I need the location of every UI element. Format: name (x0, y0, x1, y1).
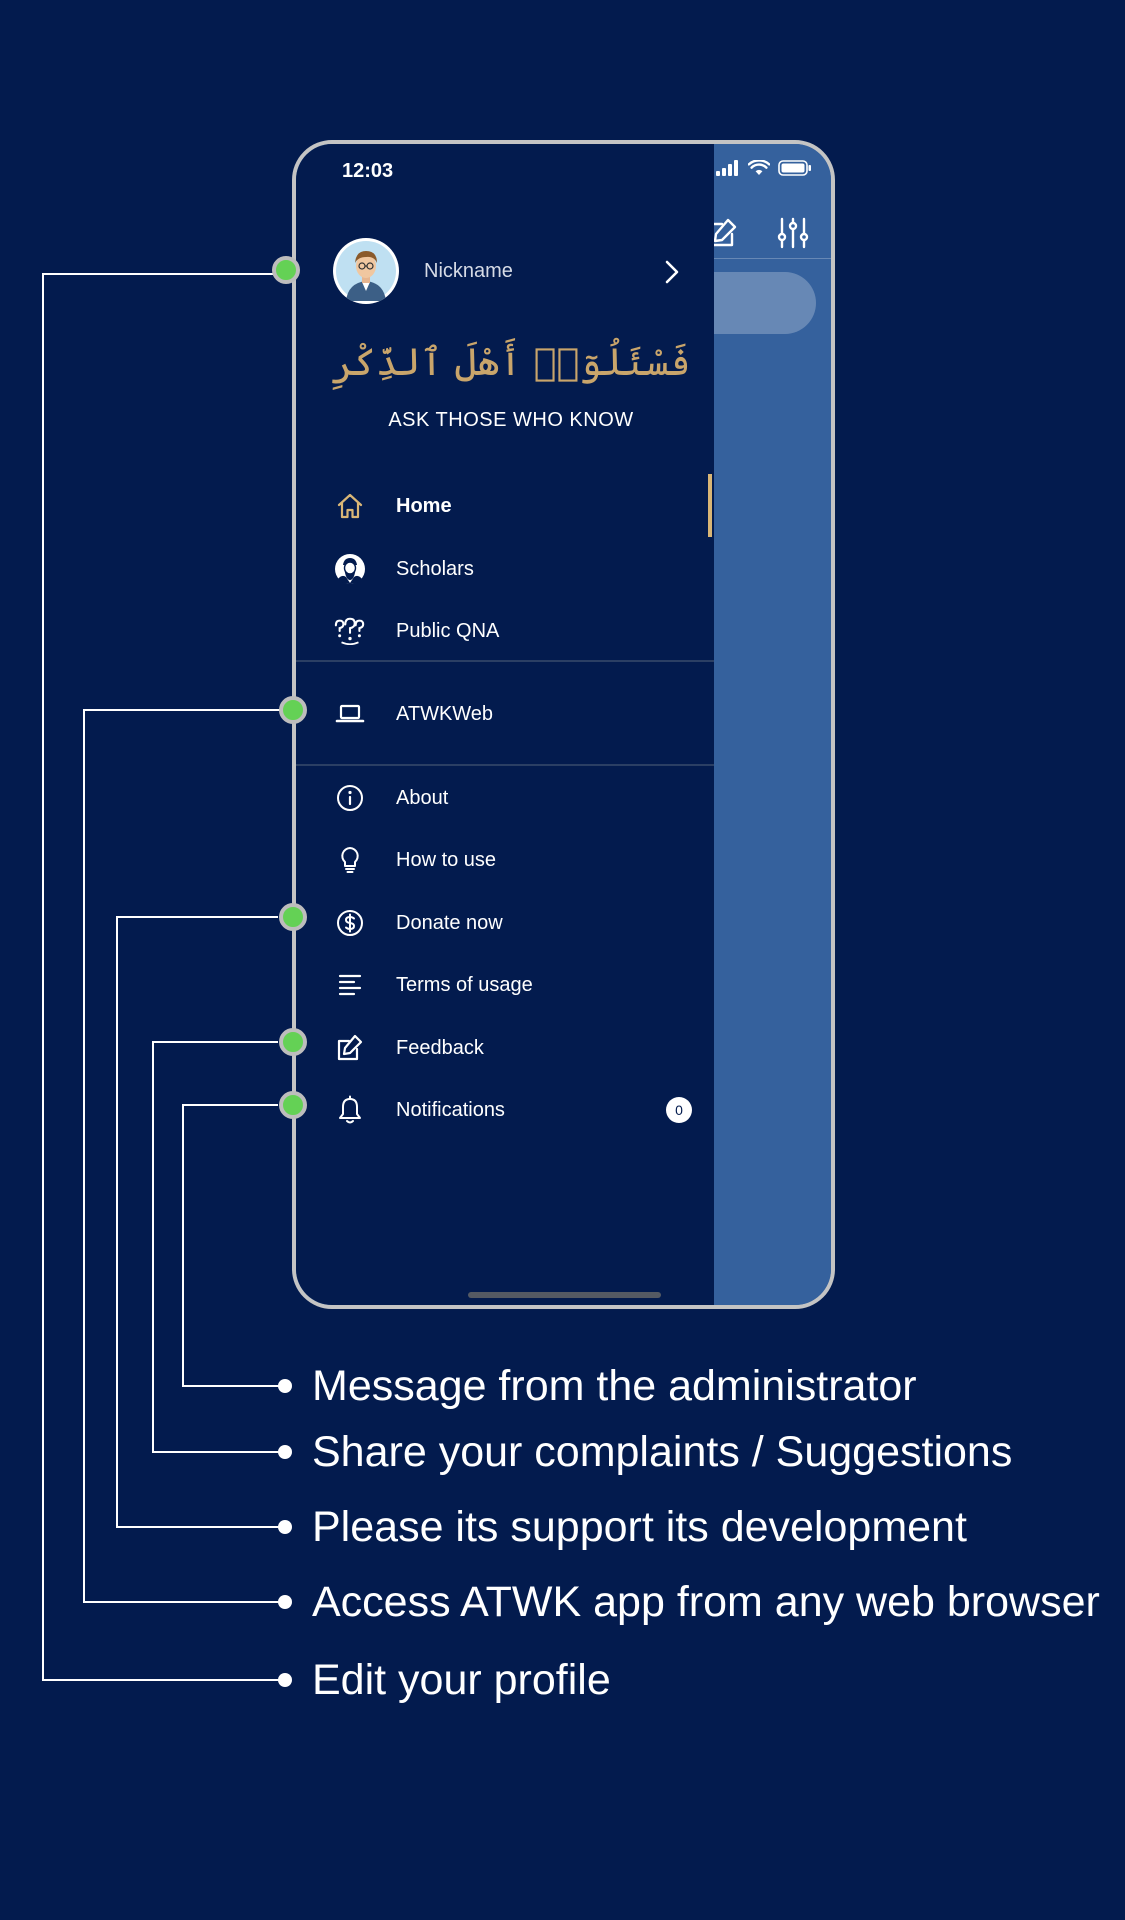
questions-icon (334, 615, 366, 647)
status-bar-icons (716, 160, 812, 176)
align-left-icon (334, 969, 366, 1001)
toolbar-divider (714, 258, 831, 259)
menu-label: Terms of usage (396, 973, 533, 996)
menu-divider (296, 660, 714, 662)
user-avatar-icon (336, 241, 396, 301)
menu-label: Notifications (396, 1098, 505, 1121)
background-app-screen (674, 144, 831, 1305)
menu-item-scholars[interactable]: Scholars (296, 544, 714, 594)
wifi-icon (748, 160, 770, 175)
notification-count-badge: 0 (666, 1097, 692, 1123)
menu-item-atwkweb[interactable]: ATWKWeb (296, 689, 714, 739)
callout-text-notifications: Message from the administrator (312, 1362, 917, 1410)
signal-icon (716, 160, 738, 176)
profile-nickname[interactable]: Nickname (424, 260, 513, 283)
scholar-icon (334, 553, 366, 585)
callout-dot-feedback (279, 1028, 307, 1056)
menu-label: About (396, 786, 449, 809)
phone-frame: 12:03 Nickname فَسْئَلُوٓا۟ أَهْلَ ٱلذِّ… (292, 140, 835, 1309)
callout-dot-notifications (279, 1091, 307, 1119)
app-toolbar (709, 210, 831, 258)
app-tagline: ASK THOSE WHO KNOW (388, 409, 634, 431)
callout-endpoint (278, 1673, 292, 1687)
callout-endpoint (278, 1520, 292, 1534)
home-icon (334, 490, 366, 522)
menu-item-how-to-use[interactable]: How to use (296, 835, 714, 885)
menu-label: Scholars (396, 557, 474, 580)
callout-text-profile: Edit your profile (312, 1656, 611, 1704)
callout-endpoint (278, 1379, 292, 1393)
callout-endpoint (278, 1595, 292, 1609)
menu-item-home[interactable]: Home (296, 481, 714, 531)
chevron-right-icon[interactable] (662, 259, 682, 285)
callout-text-feedback: Share your complaints / Suggestions (312, 1428, 1013, 1476)
menu-item-terms-of-usage[interactable]: Terms of usage (296, 960, 714, 1010)
callout-endpoint (278, 1445, 292, 1459)
menu-label: Home (396, 494, 452, 517)
menu-label: Public QNA (396, 619, 500, 642)
menu-item-public-qna[interactable]: Public QNA (296, 606, 714, 656)
navigation-drawer: 12:03 Nickname فَسْئَلُوٓا۟ أَهْلَ ٱلذِّ… (296, 144, 714, 1305)
callout-dot-atwkweb (279, 696, 307, 724)
status-time: 12:03 (342, 160, 394, 182)
callout-dot-donate (279, 903, 307, 931)
menu-item-donate-now[interactable]: Donate now (296, 898, 714, 948)
callout-text-donate: Please its support its development (312, 1503, 967, 1551)
arabic-title: فَسْئَلُوٓا۟ أَهْلَ ٱلذِّكْرِ (331, 340, 691, 384)
battery-icon (778, 160, 811, 176)
lightbulb-icon (334, 844, 366, 876)
menu-label: Donate now (396, 911, 503, 934)
connector-notifications (182, 1104, 285, 1387)
info-icon (334, 782, 366, 814)
menu-divider (296, 764, 714, 766)
avatar[interactable] (333, 238, 399, 304)
filter-sliders-icon[interactable] (776, 216, 810, 250)
bell-icon (334, 1094, 366, 1126)
menu-label: How to use (396, 848, 497, 871)
dollar-icon (334, 907, 366, 939)
callout-dot-profile (272, 256, 300, 284)
connector-profile (42, 273, 285, 1681)
edit-icon (334, 1032, 366, 1064)
home-indicator (468, 1292, 661, 1298)
connector-feedback (152, 1041, 285, 1453)
menu-label: Feedback (396, 1036, 484, 1059)
menu-item-about[interactable]: About (296, 773, 714, 823)
connector-atwkweb (83, 709, 285, 1603)
menu-item-notifications[interactable]: Notifications 0 (296, 1085, 714, 1135)
menu-item-feedback[interactable]: Feedback (296, 1023, 714, 1073)
connector-donate (116, 916, 285, 1528)
laptop-icon (334, 698, 366, 730)
callout-text-atwkweb: Access ATWK app from any web browser (312, 1578, 1100, 1626)
menu-label: ATWKWeb (396, 702, 494, 725)
